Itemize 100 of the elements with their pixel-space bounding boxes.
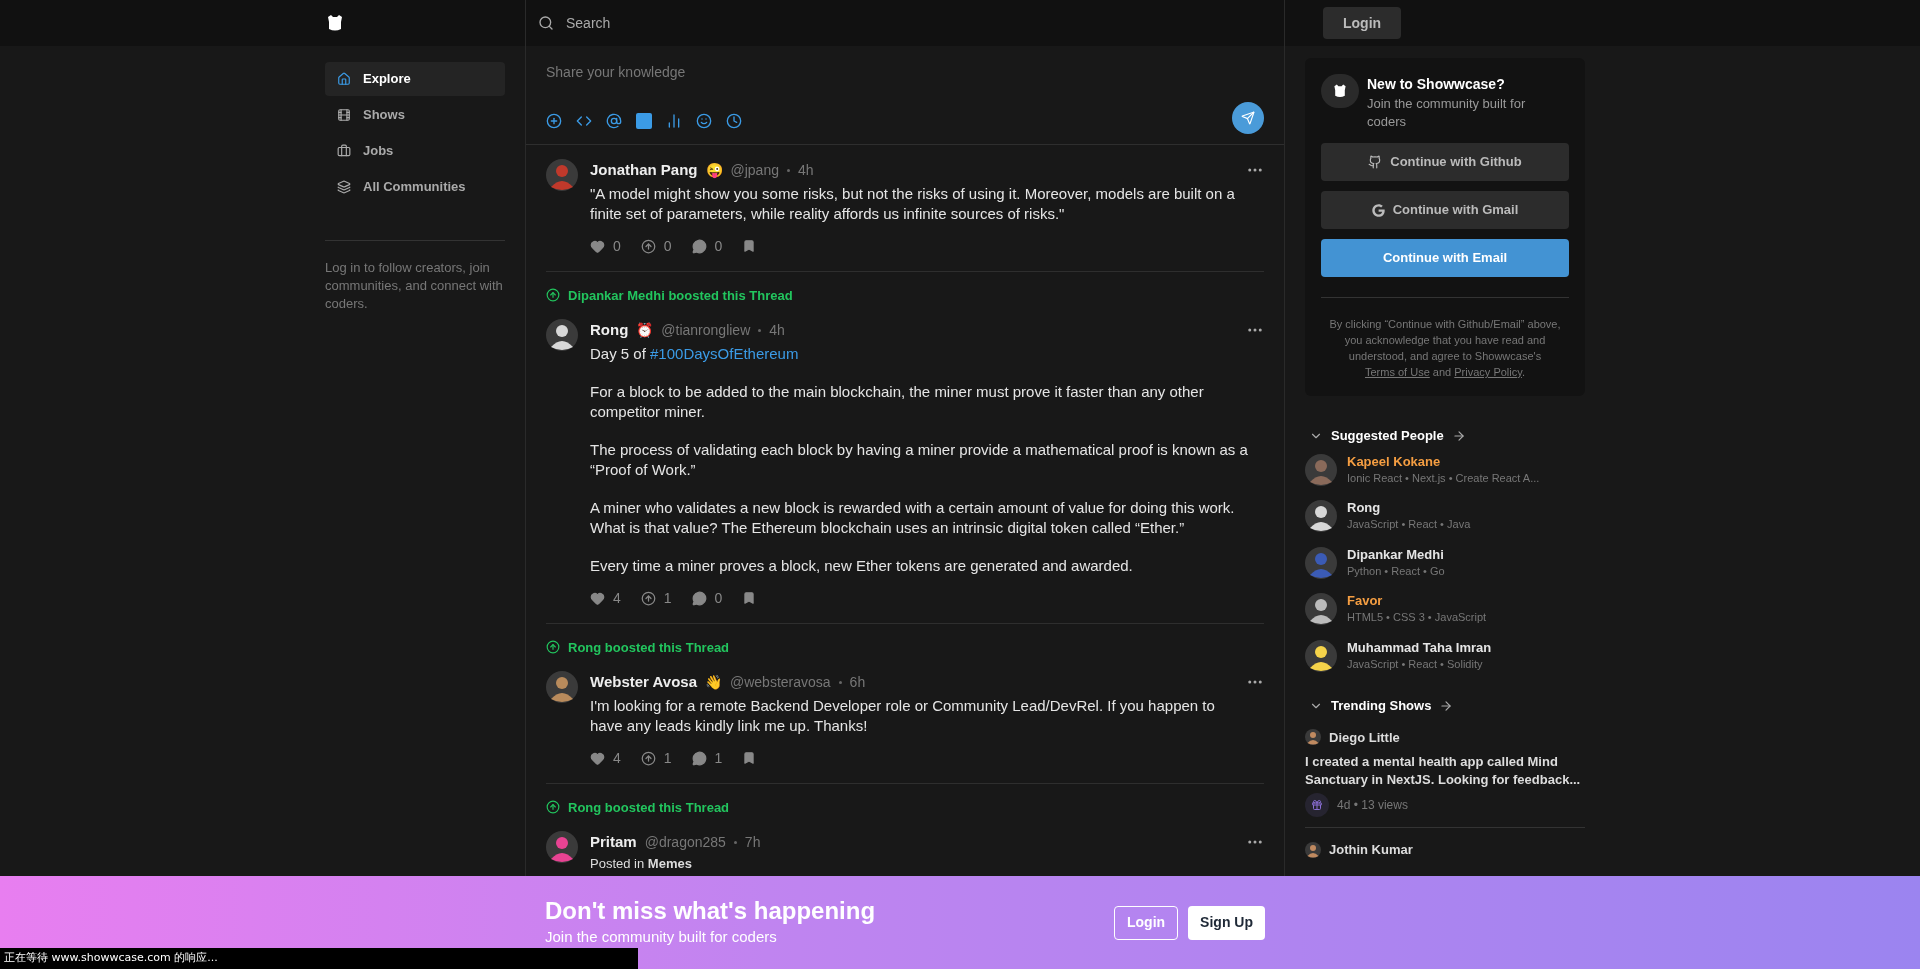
arrow-icon[interactable]	[1439, 698, 1454, 713]
avatar	[546, 319, 578, 351]
boost-label: Rong boosted this Thread	[568, 638, 730, 657]
comment-icon[interactable]	[691, 238, 707, 254]
post-text: I'm looking for a remote Backend Developer role or Community Lead/DevRel. If you happen to have any leads kindly link me up. Thanks!	[590, 695, 1216, 736]
post-text: For a block to be added to the main blockchain, the miner must prove it faster than any other competitor miner.	[590, 381, 1205, 422]
post-time: 6h	[849, 672, 866, 692]
plus-icon[interactable]	[546, 113, 562, 129]
google-icon	[1371, 203, 1385, 217]
author-name[interactable]: Pritam	[590, 831, 637, 854]
author-handle: @websteravosa	[730, 672, 831, 692]
nav-item[interactable]: Shows	[325, 98, 505, 132]
nav-icon	[337, 108, 351, 122]
person-name[interactable]: Muhammad Taha Imran	[1347, 639, 1492, 656]
section-title[interactable]: Trending Shows	[1331, 696, 1432, 716]
clock-icon[interactable]	[726, 113, 742, 129]
github-icon	[1368, 155, 1383, 169]
nav-icon	[337, 180, 351, 194]
privacy-link[interactable]: Privacy Policy	[1454, 366, 1522, 378]
heart-icon[interactable]	[590, 590, 605, 606]
person-tags: Ionic React • Next.js • Create React A...	[1347, 469, 1540, 486]
heart-icon[interactable]	[590, 750, 605, 766]
post-text: A miner who validates a new block is rewarded with a certain amount of value for doing this work. What is that value? The Ethereum blockchain uses an intrinsic digital token called “Ether.”	[590, 497, 1236, 538]
show-title[interactable]: I created a mental health app called Mind Sanctuary in NextJS. Looking for feedback...	[1305, 753, 1585, 789]
search-field[interactable]: Search	[526, 0, 1284, 46]
legal-text: and	[1431, 366, 1453, 378]
author-name[interactable]: Webster Avosa	[590, 671, 697, 694]
status-emoji: 😜	[705, 160, 723, 180]
hashtag-link[interactable]: #100DaysOfEthereum	[650, 343, 799, 364]
logo-icon	[325, 13, 345, 33]
boost-count: 1	[663, 588, 672, 608]
bookmark-icon[interactable]	[742, 591, 757, 605]
status-emoji: 👋	[705, 672, 722, 692]
search-icon	[538, 15, 554, 31]
boost-count: 1	[663, 748, 672, 768]
author-handle: @tianrongliew	[661, 320, 751, 340]
terms-link[interactable]: Terms of Use	[1365, 366, 1430, 378]
avatar	[1305, 639, 1337, 672]
show-author[interactable]: Diego Little	[1329, 727, 1400, 747]
banner-signup-button[interactable]: Sign Up	[1188, 905, 1265, 940]
post-time: 4h	[769, 320, 785, 340]
like-count: 0	[613, 236, 621, 256]
like-count: 4	[613, 588, 621, 608]
avatar	[546, 831, 578, 863]
send-icon	[1241, 111, 1255, 125]
status-emoji: ⏰	[636, 320, 654, 340]
arrow-icon[interactable]	[1451, 428, 1466, 443]
boost-label: Rong boosted this Thread	[568, 798, 730, 817]
avatar	[546, 671, 578, 703]
card-title: New to Showwcase?	[1367, 75, 1506, 94]
status-text: 正在等待 www.showwcase.com 的响应...	[4, 950, 218, 967]
logo-icon	[1332, 83, 1348, 99]
person-tags: JavaScript • React • Java	[1347, 516, 1471, 533]
boost-icon	[546, 800, 560, 815]
nav-item[interactable]: Explore	[325, 62, 505, 96]
nav-item[interactable]: Jobs	[325, 134, 505, 168]
bookmark-icon[interactable]	[742, 239, 757, 253]
card-subtitle: Join the community built for coders	[1367, 95, 1527, 131]
person-name[interactable]: Rong	[1347, 500, 1471, 516]
emoji-icon[interactable]	[696, 113, 712, 129]
avatar	[1305, 729, 1321, 746]
person-name[interactable]: Dipankar Medhi	[1347, 546, 1445, 563]
boost-icon	[546, 288, 560, 303]
post-text: Day 5 of	[590, 343, 647, 364]
gift-icon	[1305, 793, 1329, 817]
comment-count: 0	[714, 588, 723, 608]
author-name[interactable]: Jonathan Pang	[590, 159, 698, 182]
boost-label: Dipankar Medhi boosted this Thread	[568, 286, 793, 305]
boost-icon[interactable]	[640, 238, 656, 254]
code-icon[interactable]	[576, 113, 592, 129]
post-time: 4h	[798, 160, 814, 180]
gmail-button[interactable]: Continue with Gmail	[1321, 191, 1569, 229]
avatar	[546, 159, 578, 191]
post-text: Every time a miner proves a block, new Ether tokens are generated and awarded.	[590, 555, 1134, 576]
boost-icon[interactable]	[640, 750, 656, 766]
chart-icon[interactable]	[666, 113, 682, 129]
boost-icon[interactable]	[640, 590, 656, 606]
person-name[interactable]: Kapeel Kokane	[1347, 453, 1540, 470]
github-button[interactable]: Continue with Github	[1321, 143, 1569, 181]
comment-icon[interactable]	[691, 590, 707, 606]
show-author[interactable]: Jothin Kumar	[1329, 840, 1413, 860]
nav-icon	[337, 72, 351, 86]
section-title[interactable]: Suggested People	[1331, 426, 1444, 446]
comment-icon[interactable]	[691, 750, 707, 766]
nav-icon	[337, 144, 351, 158]
send-button[interactable]	[1232, 102, 1264, 134]
person-tags: Python • React • Go	[1347, 562, 1445, 579]
author-name[interactable]: Rong	[590, 319, 629, 342]
mention-icon[interactable]	[606, 113, 622, 129]
bookmark-icon[interactable]	[742, 751, 757, 765]
person-name[interactable]: Favor	[1347, 593, 1487, 609]
boost-count: 0	[663, 236, 672, 256]
banner-subtitle: Join the community built for coders	[545, 927, 778, 948]
nav-item[interactable]: All Communities	[325, 170, 505, 204]
like-count: 4	[613, 748, 621, 768]
heart-icon[interactable]	[590, 238, 605, 254]
post-input[interactable]: Share your knowledge	[546, 62, 1264, 83]
author-handle: @jpang	[730, 160, 779, 180]
login-button[interactable]: Login	[1323, 7, 1402, 39]
avatar	[1305, 453, 1337, 486]
